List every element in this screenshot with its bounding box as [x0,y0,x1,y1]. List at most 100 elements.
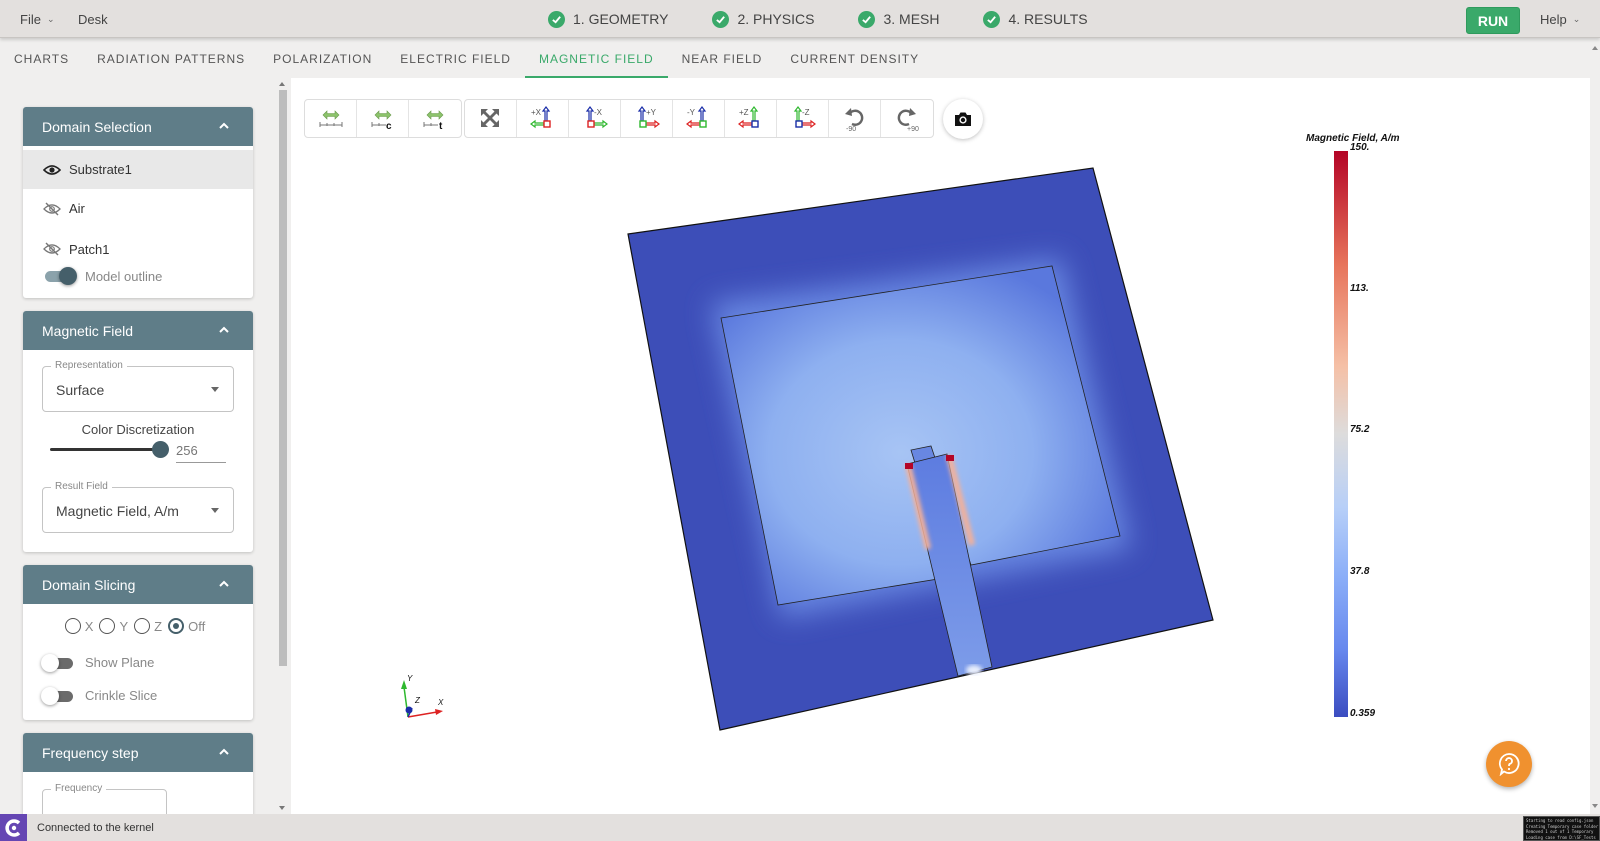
chevron-up-icon [219,122,229,129]
check-circle-icon [712,10,730,28]
tool-label: -Y [687,108,696,117]
ruler-c-icon: c [371,109,392,132]
view-plus-z-icon: +Z [737,105,759,128]
rotate-plus-90-button[interactable]: +90 [881,100,933,137]
tab-near-field[interactable]: NEAR FIELD [668,40,777,78]
view-plus-z-button[interactable]: +Z [725,100,777,137]
step-geometry[interactable]: 1. GEOMETRY [548,10,669,28]
eye-off-icon[interactable] [43,242,61,256]
fit-view-button[interactable] [465,100,517,137]
measure-ruler-t-button[interactable]: t [409,100,461,137]
view-minus-x-icon: -X [585,105,608,128]
tool-label: +Y [646,108,657,117]
step-results[interactable]: 4. RESULTS [983,10,1088,28]
color-discretization-label: Color Discretization [81,422,195,437]
slider-thumb[interactable] [152,441,169,458]
scroll-down-arrow-icon[interactable] [1592,804,1598,808]
view-minus-x-button[interactable]: -X [569,100,621,137]
run-button[interactable]: RUN [1466,7,1520,34]
viewport-scrollbar[interactable] [1590,40,1600,814]
crinkle-slice-toggle[interactable]: Crinkle Slice [23,679,253,712]
model-outline-switch[interactable] [43,267,77,285]
tab-charts[interactable]: CHARTS [0,40,83,78]
camera-icon [955,112,971,126]
slice-axis-radio-group: X Y Z Off [23,612,253,640]
panel-title: Domain Slicing [42,576,136,593]
domain-item-patch1[interactable]: Patch1 [23,228,253,264]
3d-viewport[interactable]: Y Z X c t +X -X +Y -Y +Z -Z -90 +90 Magn… [291,78,1590,814]
slider-track[interactable] [50,448,162,451]
workflow-steps: 1. GEOMETRY 2. PHYSICS 3. MESH 4. RESULT… [548,0,1088,38]
step-label: 4. RESULTS [1008,11,1088,27]
domain-slicing-header[interactable]: Domain Slicing [23,565,253,604]
radio-label: Off [188,618,206,634]
tab-electric-field[interactable]: ELECTRIC FIELD [386,40,525,78]
colorbar-tick-min: 0.359 [1350,708,1376,719]
frequency-select[interactable]: Frequency [42,783,167,814]
view-plus-y-icon: +Y [637,105,660,128]
domain-item-air[interactable]: Air [23,189,253,228]
sidebar-scrollbar[interactable] [278,78,287,814]
ruler-t-icon: t [423,109,444,132]
domain-item-label: Patch1 [69,241,110,257]
chevron-up-icon [219,748,229,755]
scroll-up-arrow-icon[interactable] [279,82,285,86]
radio-x[interactable]: X [64,618,93,634]
radio-off[interactable]: Off [168,618,205,634]
measure-ruler-button[interactable] [305,100,357,137]
domain-selection-header[interactable]: Domain Selection [23,107,253,146]
tool-label: +X [531,108,542,117]
frequency-step-header[interactable]: Frequency step [23,733,253,772]
colorbar-tick: 37.8 [1350,566,1370,577]
measure-ruler-c-button[interactable]: c [357,100,409,137]
field-plot[interactable]: Y Z X [291,78,1590,814]
axis-label-x: X [437,698,444,707]
colorbar-tick-max: 150. [1350,142,1370,153]
toggle-label: Show Plane [85,655,155,670]
scroll-up-arrow-icon[interactable] [1592,46,1598,50]
view-plus-x-button[interactable]: +X [517,100,569,137]
eye-off-icon[interactable] [43,202,61,216]
colorbar [1334,151,1348,717]
hotspot-tip-right [946,455,954,461]
file-menu[interactable]: File ⌄ [20,0,55,38]
model-outline-toggle[interactable]: Model outline [23,264,253,288]
domain-item-substrate1[interactable]: Substrate1 [23,150,253,189]
representation-select[interactable]: Representation Surface [42,360,234,412]
result-field-select[interactable]: Result Field Magnetic Field, A/m [42,481,234,533]
crinkle-slice-switch[interactable] [41,686,75,705]
color-discretization-input[interactable]: 256 [176,443,226,463]
magnetic-field-panel: Magnetic Field Representation Surface Co… [23,311,253,552]
console-log-preview[interactable]: Starting to read config.json Creating Te… [1523,816,1600,841]
tab-polarization[interactable]: POLARIZATION [259,40,386,78]
axis-label-z: Z [414,696,421,705]
tab-radiation-patterns[interactable]: RADIATION PATTERNS [83,40,259,78]
field-value: Magnetic Field, A/m [56,503,179,519]
tab-magnetic-field[interactable]: MAGNETIC FIELD [524,40,668,78]
screenshot-button[interactable] [943,99,983,139]
view-plus-y-button[interactable]: +Y [621,100,673,137]
show-plane-switch[interactable] [41,653,75,672]
view-minus-z-button[interactable]: -Z [777,100,829,137]
logo-icon [4,818,20,837]
help-menu-label: Help [1540,11,1567,27]
eye-icon[interactable] [43,163,61,177]
frequency-step-panel: Frequency step Frequency [23,733,253,814]
scrollbar-thumb[interactable] [279,90,287,666]
help-chat-button[interactable] [1486,741,1532,787]
desk-menu[interactable]: Desk [78,0,108,38]
view-toolbar: c t +X -X +Y -Y +Z -Z -90 +90 [304,99,983,139]
step-physics[interactable]: 2. PHYSICS [712,10,814,28]
help-menu[interactable]: Help ⌄ [1540,0,1580,38]
radio-z[interactable]: Z [134,618,162,634]
tab-current-density[interactable]: CURRENT DENSITY [776,40,933,78]
radio-label: Z [154,618,163,634]
step-mesh[interactable]: 3. MESH [858,10,939,28]
radio-y[interactable]: Y [99,618,128,634]
magnetic-field-header[interactable]: Magnetic Field [23,311,253,350]
step-label: 1. GEOMETRY [573,11,669,27]
show-plane-toggle[interactable]: Show Plane [23,646,253,679]
view-minus-y-button[interactable]: -Y [673,100,725,137]
rotate-minus-90-button[interactable]: -90 [829,100,881,137]
scroll-down-arrow-icon[interactable] [279,806,285,810]
